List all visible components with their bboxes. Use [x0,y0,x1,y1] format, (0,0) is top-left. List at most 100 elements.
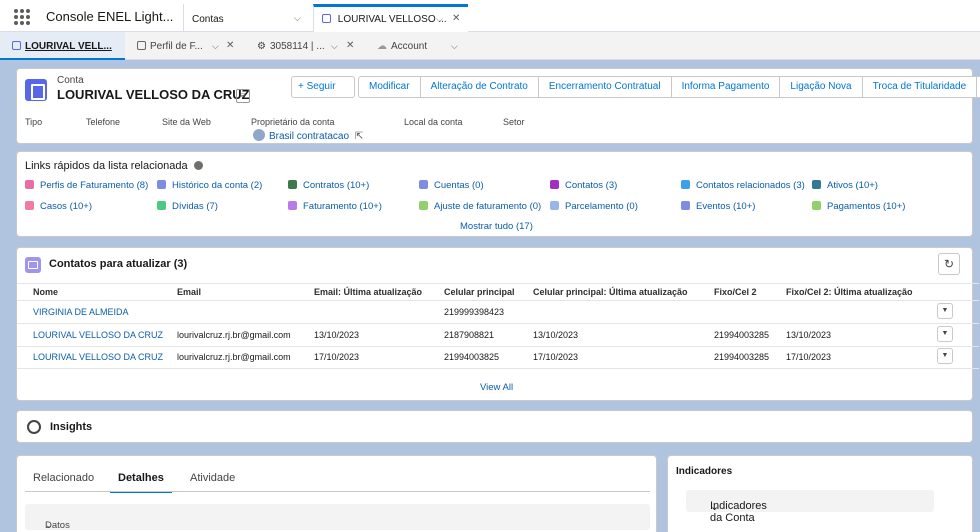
table-cell: 17/10/2023 [314,352,360,362]
chevron-down-icon[interactable]: ⌵ [294,13,301,24]
subtab-3058114[interactable]: ⚙ 3058114 | ... ⌵ ✕ [257,32,367,60]
row-divider [17,346,979,347]
table-cell: 2187908821 [444,330,495,340]
subtab-label: Perfil de F... [150,41,203,52]
ownership-change-button[interactable]: Troca de Titularidade [861,76,978,98]
quick-link[interactable]: Eventos (10+) [681,201,755,212]
quick-link[interactable]: Contatos relacionados (3) [681,180,805,191]
refresh-button[interactable]: ↻ [938,253,960,275]
field-label-owner: Proprietário da conta [251,117,335,127]
contract-termination-button[interactable]: Encerramento Contratual [537,76,672,98]
column-header[interactable]: Fixo/Cel 2: Última atualização [786,287,913,297]
inform-payment-button[interactable]: Informa Pagamento [670,76,781,98]
view-all-link[interactable]: View All [480,382,513,393]
tab-account-record[interactable]: LOURIVAL VELLOSO ... ⌵ ✕ [313,4,468,32]
app-launcher-icon[interactable] [14,9,30,25]
field-label-website: Site da Web [162,117,211,127]
close-icon[interactable]: ✕ [346,40,354,51]
table-cell: 13/10/2023 [533,330,579,340]
contacts-to-update-card: Contatos para atualizar (3) ↻ Nome Email E… [16,247,979,401]
quick-link[interactable]: Contratos (10+) [288,180,369,191]
quick-link[interactable]: Pagamentos (10+) [812,201,905,212]
column-header[interactable]: Fixo/Cel 2 [714,287,757,297]
related-quick-links: Links rápidos da lista relacionada Perfi… [16,151,973,237]
more-actions-button[interactable]: ▼ [976,76,980,98]
close-icon[interactable]: ✕ [452,13,460,24]
indicators-card: Indicadores ⌄ Indicadores da Conta [667,455,973,532]
quick-link[interactable]: Faturamento (10+) [288,201,382,212]
modify-button[interactable]: Modificar [358,76,421,98]
indicators-title: Indicadores [676,466,733,477]
refresh-icon: ↻ [943,257,955,271]
tab-related[interactable]: Relacionado [33,472,94,484]
table-cell: 13/10/2023 [314,330,360,340]
related-list-icon [157,201,166,210]
quick-link[interactable]: Parcelamento (0) [550,201,638,212]
app-name: Console ENEL Light... [46,9,174,24]
row-action-menu[interactable]: ▼ [937,303,953,319]
account-icon [25,79,47,101]
info-icon[interactable] [193,161,203,170]
quick-link[interactable]: Ajuste de faturamento (0) [419,201,541,212]
row-divider [17,323,979,324]
subtab-billing-profile[interactable]: Perfil de F... ⌵ ✕ [137,32,247,60]
field-label-phone: Telefone [86,117,121,127]
quick-link[interactable]: Cuentas (0) [419,180,484,191]
contract-change-button[interactable]: Alteração de Contrato [419,76,539,98]
new-connection-button[interactable]: Ligação Nova [779,76,863,98]
column-header[interactable]: Celular principal [444,287,515,297]
column-header[interactable]: Nome [33,287,58,297]
tab-label: Contas [192,14,224,25]
related-list-icon [812,201,821,210]
chevron-down-icon[interactable]: ⌵ [212,41,219,52]
row-action-menu[interactable]: ▼ [937,348,953,364]
hierarchy-icon[interactable]: ≡ [236,89,250,103]
table-cell: 17/10/2023 [533,352,579,362]
page-title: LOURIVAL VELLOSO DA CRUZ [57,87,250,102]
quick-link[interactable]: Perfis de Faturamento (8) [25,180,148,191]
insights-title: Insights [50,421,93,433]
contact-card-icon [25,257,41,273]
table-cell: 21994003285 [714,352,770,362]
global-header: Console ENEL Light... Contas ⌵ LOURIVAL … [0,0,980,32]
account-icon [322,14,331,23]
show-all-link[interactable]: Mostrar tudo (17) [460,221,533,232]
follow-button[interactable]: + Seguir [291,76,355,98]
subtab-account-generic[interactable]: ☁ Account ⌵ [377,32,477,60]
table-cell: 21994003825 [444,352,500,362]
related-list-icon [550,180,559,189]
section-datos-persona[interactable]: ⌄ Datos Persona [25,504,650,532]
card-title: Contatos para atualizar (3) [49,258,188,270]
tabs-divider [25,491,650,492]
change-owner-icon[interactable]: ⇱ [355,131,363,142]
tab-details[interactable]: Detalhes [110,472,172,493]
quick-link[interactable]: Dívidas (7) [157,201,218,212]
tab-contas[interactable]: Contas ⌵ [183,4,313,32]
tab-activity[interactable]: Atividade [190,472,235,484]
row-action-menu[interactable]: ▼ [937,326,953,342]
related-list-icon [288,180,297,189]
related-list-icon [812,180,821,189]
table-cell: lourivalcruz.rj.br@gmail.com [177,352,291,362]
quick-link[interactable]: Ativos (10+) [812,180,878,191]
contact-name-link[interactable]: LOURIVAL VELLOSO DA CRUZ [33,330,163,340]
owner-link[interactable]: Brasil contratacao ⇱ [253,129,363,142]
close-icon[interactable]: ✕ [226,40,234,51]
contact-name-link[interactable]: LOURIVAL VELLOSO DA CRUZ [33,352,163,362]
row-divider [17,368,979,369]
column-header[interactable]: Email: Última atualização [314,287,422,297]
quick-link[interactable]: Casos (10+) [25,201,92,212]
subtab-account[interactable]: LOURIVAL VELL... [0,32,125,60]
related-list-icon [288,201,297,210]
quick-link[interactable]: Contatos (3) [550,180,617,191]
chevron-down-icon[interactable]: ⌵ [331,41,338,52]
contact-name-link[interactable]: VIRGINIA DE ALMEIDA [33,307,129,317]
field-label-sector: Setor [503,117,525,127]
table-cell: 219999398423 [444,307,505,317]
section-account-indicators[interactable]: ⌄ Indicadores da Conta [686,490,934,524]
column-header[interactable]: Celular principal: Última atualização [533,287,688,297]
quick-link[interactable]: Histórico da conta (2) [157,180,262,191]
chevron-down-icon[interactable]: ⌵ [451,41,458,52]
column-header[interactable]: Email [177,287,201,297]
chevron-down-icon[interactable]: ⌵ [436,14,443,25]
